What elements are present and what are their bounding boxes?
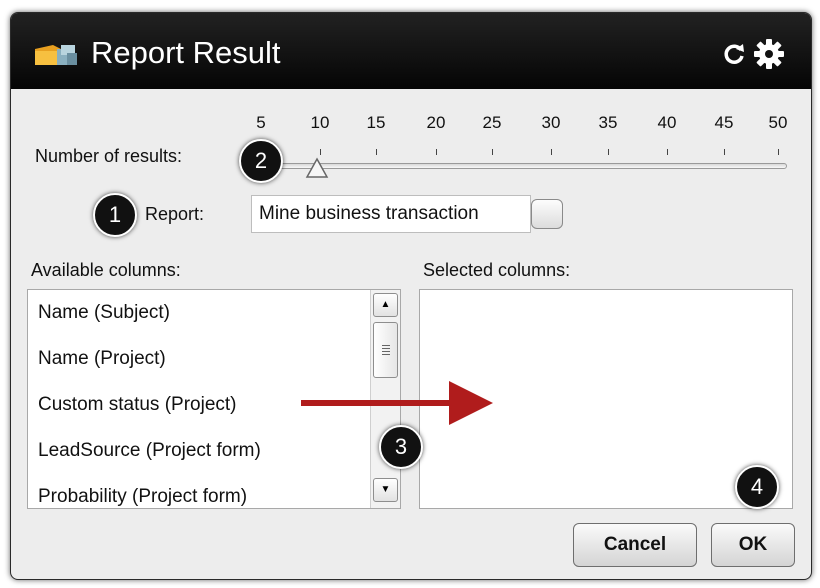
title-bar: Report Result <box>11 13 811 89</box>
tick-mark <box>436 149 437 155</box>
refresh-icon[interactable] <box>721 41 747 67</box>
annotation-badge-4: 4 <box>735 465 779 509</box>
annotation-badge-3: 3 <box>379 425 423 469</box>
tick-label: 40 <box>657 113 677 132</box>
tick-label: 45 <box>714 113 734 132</box>
tick-label: 20 <box>426 113 446 132</box>
tick-label: 35 <box>598 113 618 132</box>
tick-label: 10 <box>310 113 330 132</box>
tick-mark <box>778 149 779 155</box>
grip-line <box>382 345 390 346</box>
tick-mark <box>724 149 725 155</box>
grip-line <box>382 351 390 352</box>
tick-mark <box>320 149 321 155</box>
report-label: Report: <box>145 204 205 224</box>
list-item[interactable]: Name (Subject) <box>38 301 170 325</box>
tick-mark <box>492 149 493 155</box>
list-item[interactable]: Probability (Project form) <box>38 485 247 508</box>
list-item[interactable]: Custom status (Project) <box>38 393 237 417</box>
tick-mark <box>667 149 668 155</box>
cancel-button[interactable]: Cancel <box>573 523 697 567</box>
tick-label: 30 <box>541 113 561 132</box>
number-of-results-label: Number of results: <box>35 146 183 166</box>
tick-label: 5 <box>256 113 266 132</box>
list-item[interactable]: LeadSource (Project form) <box>38 439 261 463</box>
results-slider-track[interactable] <box>277 163 787 169</box>
tick-mark <box>551 149 552 155</box>
tick-label: 25 <box>482 113 502 132</box>
scroll-up-button[interactable]: ▲ <box>373 293 398 317</box>
annotation-badge-2: 2 <box>239 139 283 183</box>
scroll-down-button[interactable]: ▼ <box>373 478 398 502</box>
list-item[interactable]: Name (Project) <box>38 347 166 371</box>
annotation-badge-1: 1 <box>93 193 137 237</box>
ok-button[interactable]: OK <box>711 523 795 567</box>
results-slider-thumb[interactable] <box>305 157 329 181</box>
tick-label: 50 <box>768 113 788 132</box>
tick-mark <box>376 149 377 155</box>
gear-icon[interactable] <box>753 38 785 70</box>
grip-line <box>382 354 390 355</box>
tick-mark <box>608 149 609 155</box>
red-arrow-annotation <box>301 381 493 425</box>
report-result-dialog: Report Result Number of results: 5 10 15… <box>10 12 812 580</box>
tick-label: 15 <box>366 113 386 132</box>
window-title: Report Result <box>91 35 281 70</box>
grip-line <box>382 348 390 349</box>
report-select-field[interactable]: Mine business transaction <box>251 195 531 233</box>
available-columns-label: Available columns: <box>31 260 181 280</box>
folder-cubes-icon <box>35 45 77 65</box>
report-dropdown-button[interactable] <box>531 199 563 229</box>
selected-columns-label: Selected columns: <box>423 260 571 280</box>
scroll-thumb[interactable] <box>373 322 398 378</box>
